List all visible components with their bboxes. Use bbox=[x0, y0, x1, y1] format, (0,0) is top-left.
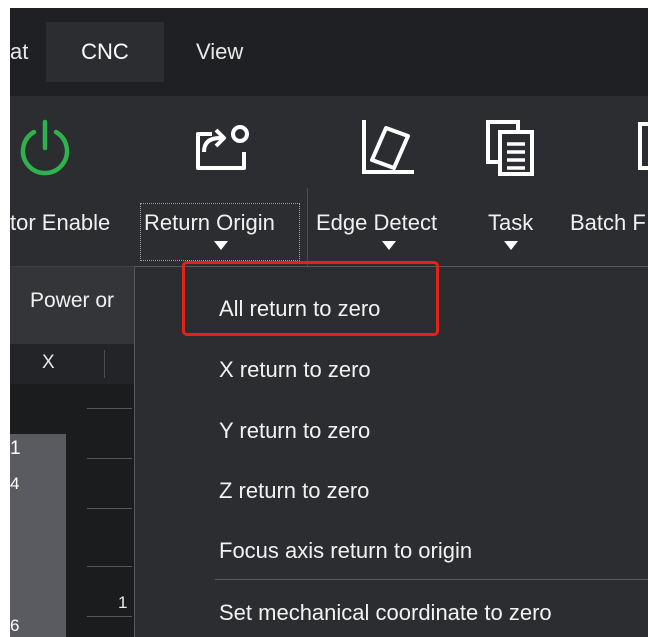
ruler-number: 1 bbox=[118, 593, 128, 612]
value-text: 1 bbox=[10, 438, 21, 459]
highlight-box bbox=[182, 261, 439, 336]
ruler-tick bbox=[87, 408, 132, 409]
batch-label: Batch F bbox=[570, 210, 646, 235]
power-icon bbox=[14, 116, 76, 178]
value-text: 4 bbox=[10, 474, 20, 493]
dropdown-arrow-icon[interactable] bbox=[382, 241, 396, 250]
menu-item-view[interactable]: View bbox=[196, 22, 266, 82]
edge-detect-label: Edge Detect bbox=[316, 210, 438, 235]
motor-enable-label: tor Enable bbox=[10, 210, 111, 235]
value-text: 6 bbox=[10, 616, 20, 635]
dropdown-arrow-icon[interactable] bbox=[214, 241, 228, 250]
menu-separator bbox=[215, 579, 648, 580]
menu-item-format[interactable]: at bbox=[10, 22, 50, 82]
dropdown-arrow-icon[interactable] bbox=[504, 241, 518, 250]
column-header-x: X bbox=[42, 352, 55, 373]
column-separator bbox=[104, 350, 105, 378]
menu-item-z-return-to-zero[interactable]: Z return to zero bbox=[219, 461, 369, 521]
ruler-tick bbox=[87, 458, 132, 459]
ruler-tick bbox=[87, 616, 132, 617]
ruler-tick bbox=[87, 508, 132, 509]
group-label: Power or bbox=[30, 289, 115, 312]
menu-item-set-mechanical-zero[interactable]: Set mechanical coordinate to zero bbox=[219, 583, 552, 637]
menu-item-y-return-to-zero[interactable]: Y return to zero bbox=[219, 401, 370, 461]
menu-bar: at CNC View bbox=[10, 8, 648, 96]
ribbon-toolbar: tor Enable Return Origin Edge Detect Tas… bbox=[10, 96, 648, 348]
task-label: Task bbox=[488, 210, 534, 235]
return-origin-label: Return Origin bbox=[144, 210, 275, 235]
motor-enable-button[interactable]: tor Enable bbox=[10, 96, 136, 266]
menu-item-cnc[interactable]: CNC bbox=[46, 22, 164, 82]
task-button[interactable]: Task bbox=[478, 96, 548, 266]
batch-button[interactable]: Batch F bbox=[566, 96, 648, 266]
menu-item-focus-axis-return[interactable]: Focus axis return to origin bbox=[219, 521, 472, 581]
return-origin-button[interactable]: Return Origin bbox=[140, 96, 302, 266]
menu-item-x-return-to-zero[interactable]: X return to zero bbox=[219, 340, 371, 400]
batch-icon bbox=[636, 116, 648, 178]
app-window: at CNC View tor Enable Return Origin Edg… bbox=[10, 8, 648, 637]
task-icon bbox=[480, 116, 542, 178]
edge-detect-button[interactable]: Edge Detect bbox=[316, 96, 462, 266]
value-box: 1 4 6 bbox=[10, 434, 66, 637]
return-origin-icon bbox=[190, 116, 252, 178]
ruler-tick bbox=[87, 566, 132, 567]
edge-detect-icon bbox=[356, 116, 418, 178]
